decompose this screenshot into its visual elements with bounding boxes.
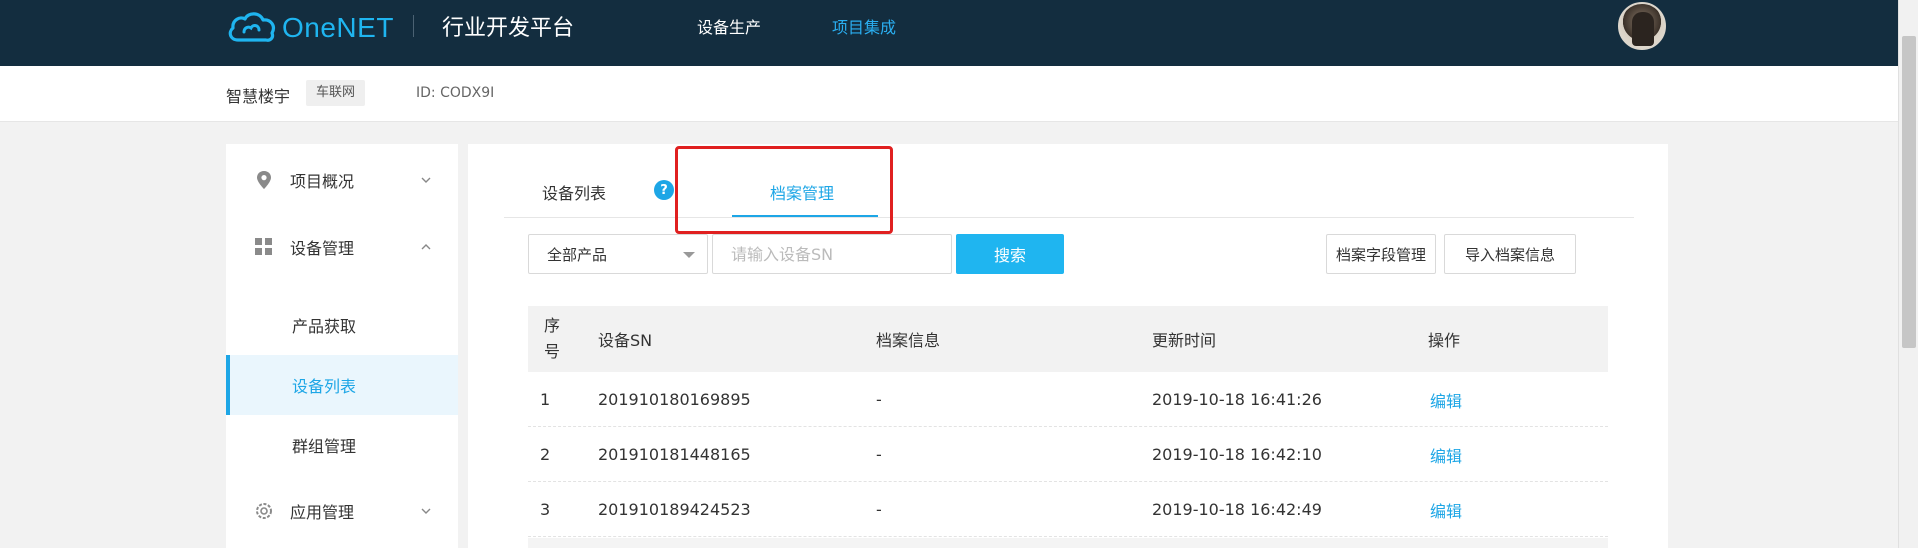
device-sn-search-input[interactable]	[712, 234, 952, 274]
nav-project-integration[interactable]: 项目集成	[832, 14, 896, 38]
column-header-seq-line: 序	[543, 316, 560, 335]
brand-name: OneNET	[282, 12, 394, 43]
cell-sn: 201910180169895	[598, 390, 751, 409]
annotation-highlight-box	[675, 146, 893, 234]
cell-seq: 3	[540, 500, 551, 519]
tab-bar: 设备列表 ? 档案管理	[504, 144, 1634, 218]
nav-device-production[interactable]: 设备生产	[697, 14, 761, 38]
sidebar-item-device-management[interactable]: 设备管理	[226, 217, 458, 277]
caret-down-icon	[683, 252, 695, 258]
sidebar-subitem-label: 产品获取	[292, 317, 357, 336]
onenet-logo[interactable]: OneNET	[226, 8, 394, 48]
location-pin-icon	[254, 170, 274, 190]
tab-device-list[interactable]: 设备列表	[542, 180, 606, 204]
cell-seq: 1	[540, 390, 551, 409]
sidebar-subitem-label: 群组管理	[292, 437, 357, 456]
scrollbar-thumb[interactable]	[1902, 36, 1916, 348]
table-row	[528, 538, 1608, 548]
project-info-bar: 智慧楼宇 车联网 ID: CODX9I	[0, 66, 1898, 122]
sidebar-item-label: 应用管理	[290, 503, 355, 522]
archive-field-management-button[interactable]: 档案字段管理	[1326, 234, 1436, 274]
sidebar-subitem-product-acquire[interactable]: 产品获取	[226, 295, 458, 355]
edit-link[interactable]: 编辑	[1430, 372, 1462, 427]
product-select-value: 全部产品	[547, 245, 608, 264]
sidebar-subitem-group-management[interactable]: 群组管理	[226, 415, 458, 475]
user-avatar[interactable]	[1618, 2, 1666, 50]
help-icon[interactable]: ?	[654, 180, 674, 200]
sidebar-item-label: 设备管理	[290, 239, 355, 258]
top-navbar: OneNET 行业开发平台 设备生产 项目集成	[0, 0, 1898, 66]
cell-updated-time: 2019-10-18 16:42:10	[1152, 445, 1322, 464]
table-row: 3 201910189424523 - 2019-10-18 16:42:49 …	[528, 482, 1608, 537]
cell-archive-info: -	[876, 445, 882, 464]
cloud-logo-icon	[228, 12, 275, 42]
column-header-sn: 设备SN	[598, 331, 653, 350]
gear-icon	[254, 501, 274, 521]
column-header-updated-time: 更新时间	[1152, 331, 1217, 350]
chevron-down-icon	[420, 505, 432, 517]
sidebar: 项目概况 设备管理 产品获取 设备列表 群组管理 应用管理	[226, 144, 458, 548]
search-button[interactable]: 搜索	[956, 234, 1064, 274]
project-name: 智慧楼宇	[226, 87, 291, 106]
cell-sn: 201910189424523	[598, 500, 751, 519]
chevron-up-icon	[420, 241, 432, 253]
import-archive-button[interactable]: 导入档案信息	[1444, 234, 1576, 274]
cell-archive-info: -	[876, 500, 882, 519]
product-select[interactable]: 全部产品	[528, 234, 708, 274]
edit-link[interactable]: 编辑	[1430, 427, 1462, 482]
sidebar-subitem-label: 设备列表	[292, 377, 357, 396]
chevron-down-icon	[420, 174, 432, 186]
grid-icon	[254, 237, 274, 257]
column-header-action: 操作	[1428, 331, 1461, 350]
sidebar-item-label: 项目概况	[290, 172, 355, 191]
table-header: 序 号 设备SN 档案信息 更新时间 操作	[528, 306, 1608, 372]
project-id: ID: CODX9I	[416, 85, 495, 101]
cell-archive-info: -	[876, 390, 882, 409]
column-header-seq: 序 号	[540, 306, 564, 372]
cell-updated-time: 2019-10-18 16:42:49	[1152, 500, 1322, 519]
sidebar-item-project-overview[interactable]: 项目概况	[226, 150, 458, 210]
cell-updated-time: 2019-10-18 16:41:26	[1152, 390, 1322, 409]
table-row: 1 201910180169895 - 2019-10-18 16:41:26 …	[528, 372, 1608, 427]
column-header-seq-line: 号	[543, 342, 560, 361]
main-panel: 设备列表 ? 档案管理 全部产品 搜索 档案字段管理 导入档案信息 序 号 设备…	[468, 144, 1668, 548]
page-scrollbar[interactable]	[1898, 0, 1918, 548]
platform-title: 行业开发平台	[442, 16, 575, 41]
table-row: 2 201910181448165 - 2019-10-18 16:42:10 …	[528, 427, 1608, 482]
cell-seq: 2	[540, 445, 551, 464]
cell-sn: 201910181448165	[598, 445, 751, 464]
logo-divider	[413, 15, 414, 37]
project-tag: 车联网	[306, 80, 366, 106]
sidebar-item-app-management[interactable]: 应用管理	[226, 481, 458, 541]
sidebar-subitem-device-list[interactable]: 设备列表	[226, 355, 458, 415]
edit-link[interactable]: 编辑	[1430, 482, 1462, 537]
column-header-archive-info: 档案信息	[876, 331, 941, 350]
